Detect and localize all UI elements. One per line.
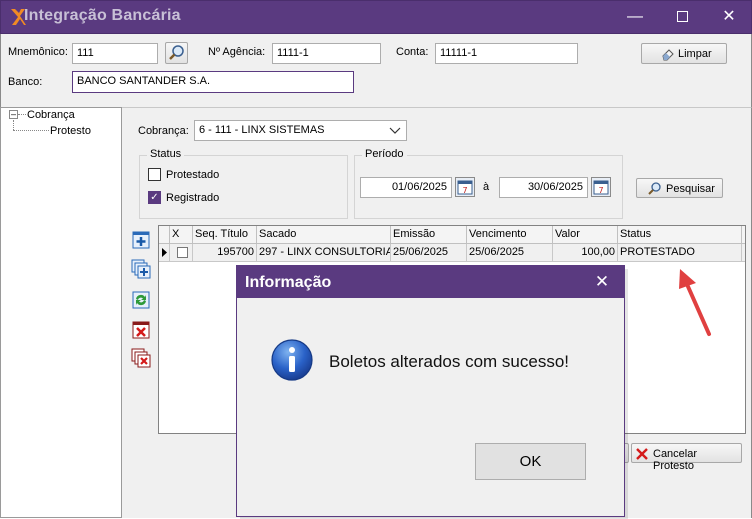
table-cell-valor[interactable]: 100,00	[553, 244, 618, 262]
close-button[interactable]: ✕	[706, 0, 752, 33]
banco-field[interactable]: BANCO SANTANDER S.A.	[72, 71, 354, 93]
tree-item-cobranca[interactable]: Cobrança	[27, 109, 75, 121]
tree-connector	[13, 130, 49, 131]
periodo-legend: Período	[362, 148, 407, 160]
refresh-icon[interactable]	[131, 290, 151, 310]
info-dialog: Informação ✕ Boletos alterados com suces…	[236, 265, 625, 517]
cancelar-protesto-label: Cancelar Protesto	[653, 448, 698, 472]
svg-text:7: 7	[598, 186, 603, 195]
registrado-label: Registrado	[166, 192, 220, 204]
annotation-arrow-icon	[679, 269, 711, 336]
pesquisar-label: Pesquisar	[666, 183, 715, 195]
agencia-field[interactable]: 1111-1	[272, 43, 381, 64]
eraser-icon	[662, 49, 674, 61]
conta-field[interactable]: 11111-1	[435, 43, 578, 64]
cobranca-select-value: 6 - 111 - LINX SISTEMAS	[199, 124, 325, 136]
cancel-icon	[636, 448, 648, 460]
add-icon[interactable]	[131, 230, 151, 250]
dialog-close-button[interactable]: ✕	[589, 270, 615, 294]
row-indicator	[159, 244, 170, 262]
table-cell-sacado[interactable]: 297 - LINX CONSULTORIA	[257, 244, 391, 262]
cobranca-label: Cobrança:	[138, 125, 189, 137]
calendar-icon: 7	[457, 180, 473, 195]
grid-header-sacado[interactable]: Sacado	[257, 226, 391, 244]
mnemonico-label: Mnemônico:	[8, 46, 68, 58]
maximize-icon	[676, 11, 688, 23]
table-row-checkbox[interactable]	[177, 247, 188, 258]
grid-header-seq-titulo[interactable]: Seq. Título	[193, 226, 257, 244]
chevron-down-icon	[389, 127, 401, 134]
close-icon: ✕	[594, 272, 610, 291]
pesquisar-button[interactable]: Pesquisar	[636, 178, 723, 198]
delete-icon[interactable]	[131, 320, 151, 340]
status-legend: Status	[147, 148, 185, 160]
limpar-label: Limpar	[678, 48, 712, 60]
tree-connector	[13, 120, 14, 130]
status-group	[139, 155, 348, 219]
protestado-checkbox[interactable]	[148, 168, 161, 181]
table-cell-seq-titulo[interactable]: 195700	[193, 244, 257, 262]
table-cell-vencimento[interactable]: 25/06/2025	[467, 244, 553, 262]
grid-indicator-header	[159, 226, 170, 244]
dialog-message: Boletos alterados com sucesso!	[329, 352, 570, 371]
grid-header-valor[interactable]: Valor	[553, 226, 618, 244]
registrado-checkbox[interactable]: ✓	[148, 191, 161, 204]
grid-header-emissao[interactable]: Emissão	[391, 226, 467, 244]
grid-header-vencimento[interactable]: Vencimento	[467, 226, 553, 244]
close-icon: ✕	[722, 8, 736, 25]
dialog-title: Informação	[245, 274, 332, 291]
search-icon	[169, 45, 184, 60]
table-cell-extra	[742, 244, 745, 262]
calendar-from-button[interactable]: 7	[455, 177, 475, 197]
banco-label: Banco:	[8, 76, 43, 88]
limpar-button[interactable]: Limpar	[641, 43, 727, 64]
minimize-button[interactable]: —	[612, 0, 658, 33]
cancelar-protesto-button[interactable]: Cancelar Protesto	[631, 443, 742, 472]
table-cell-emissao[interactable]: 25/06/2025	[391, 244, 467, 262]
tree-item-protesto[interactable]: Protesto	[50, 125, 91, 137]
table-row-checkbox-cell	[170, 244, 193, 262]
navigation-tree	[0, 107, 122, 518]
svg-text:7: 7	[462, 186, 467, 195]
ok-button[interactable]: OK	[475, 443, 586, 480]
maximize-button[interactable]	[659, 0, 705, 33]
agencia-label: Nº Agência:	[208, 46, 266, 58]
minimize-icon: —	[627, 8, 643, 25]
calendar-to-button[interactable]: 7	[591, 177, 611, 197]
periodo-to-field[interactable]: 30/06/2025	[499, 177, 588, 198]
search-icon	[648, 182, 661, 195]
cobranca-select[interactable]: 6 - 111 - LINX SISTEMAS	[194, 120, 407, 141]
grid-header-extra	[742, 226, 745, 244]
window-title: Integração Bancária	[24, 7, 181, 24]
grid-header-x[interactable]: X	[170, 226, 193, 244]
periodo-separator: à	[483, 181, 490, 193]
mnemonico-field[interactable]: 111	[72, 43, 158, 64]
mnemonico-search-button[interactable]	[165, 42, 188, 64]
delete-multiple-icon[interactable]	[131, 348, 151, 368]
tree-collapse-icon[interactable]: –	[9, 110, 18, 119]
table-cell-status[interactable]: PROTESTADO	[618, 244, 742, 262]
periodo-from-field[interactable]: 01/06/2025	[360, 177, 452, 198]
calendar-icon: 7	[593, 180, 609, 195]
tree-connector	[18, 114, 26, 115]
protestado-label: Protestado	[166, 169, 220, 181]
conta-label: Conta:	[396, 46, 429, 58]
info-icon	[271, 339, 313, 381]
copy-add-icon[interactable]	[131, 259, 151, 279]
grid-header-status[interactable]: Status	[618, 226, 742, 244]
